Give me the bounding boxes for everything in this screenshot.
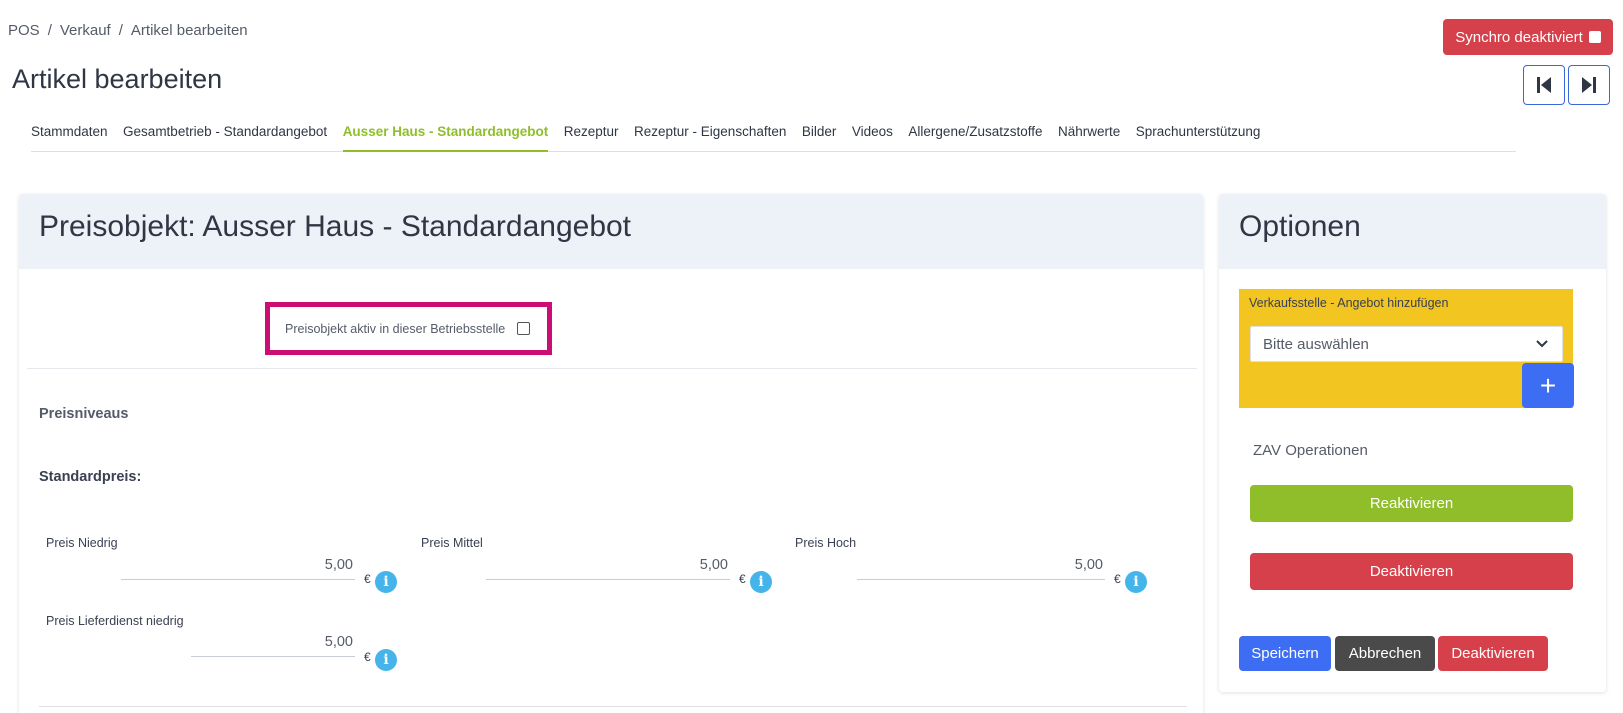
info-icon[interactable]: i (750, 571, 772, 593)
currency-symbol: € (364, 650, 371, 664)
preis-hoch-input[interactable]: 5,00 (857, 550, 1105, 580)
tab-naehrwerte[interactable]: Nährwerte (1058, 118, 1120, 152)
synchro-toggle-button[interactable]: Synchro deaktiviert (1443, 19, 1613, 55)
skip-start-icon (1537, 77, 1551, 93)
breadcrumb-item-verkauf[interactable]: Verkauf (60, 22, 111, 39)
deactivate-button[interactable]: Deaktivieren (1438, 636, 1548, 671)
tab-sprachunterstuetzung[interactable]: Sprachunterstützung (1136, 118, 1261, 152)
page-title: Artikel bearbeiten (12, 64, 223, 94)
tab-allergene-zusatzstoffe[interactable]: Allergene/Zusatzstoffe (908, 118, 1042, 152)
tab-rezeptur[interactable]: Rezeptur (564, 118, 619, 152)
currency-symbol: € (739, 572, 746, 586)
breadcrumb: POS / Verkauf / Artikel bearbeiten (8, 22, 248, 39)
zav-operations-label: ZAV Operationen (1253, 442, 1368, 459)
price-object-active-box: Preisobjekt aktiv in dieser Betriebsstel… (265, 302, 552, 355)
checkbox-icon (1588, 31, 1601, 43)
preis-mittel-label: Preis Mittel (421, 536, 483, 550)
info-icon[interactable]: i (1125, 571, 1147, 593)
tab-gesamtbetrieb-standardangebot[interactable]: Gesamtbetrieb - Standardangebot (123, 118, 327, 152)
verkaufsstelle-box: Verkaufsstelle - Angebot hinzufügen Bitt… (1239, 289, 1574, 408)
info-icon[interactable]: i (375, 571, 397, 593)
preis-lieferdienst-niedrig-input[interactable]: 5,00 (191, 627, 355, 657)
info-icon[interactable]: i (375, 649, 397, 671)
tab-bilder[interactable]: Bilder (802, 118, 837, 152)
price-object-active-checkbox[interactable] (517, 322, 530, 335)
tab-ausser-haus-standardangebot[interactable]: Ausser Haus - Standardangebot (342, 118, 549, 152)
preis-hoch-label: Preis Hoch (795, 536, 857, 550)
options-title: Optionen (1239, 210, 1361, 243)
synchro-button-label: Synchro deaktiviert (1455, 28, 1583, 46)
verkaufsstelle-select-value: Bitte auswählen (1263, 336, 1369, 353)
preis-niedrig-label: Preis Niedrig (46, 536, 118, 550)
price-object-card-header: Preisobjekt: Ausser Haus - Standardangeb… (19, 194, 1203, 269)
price-object-active-label: Preisobjekt aktiv in dieser Betriebsstel… (285, 321, 506, 336)
tab-videos[interactable]: Videos (852, 118, 893, 152)
chevron-down-icon (1536, 340, 1548, 348)
cancel-button[interactable]: Abbrechen (1335, 636, 1435, 671)
tab-rezeptur-eigenschaften[interactable]: Rezeptur - Eigenschaften (634, 118, 786, 152)
reactivate-button[interactable]: Reaktivieren (1250, 485, 1573, 522)
currency-symbol: € (1114, 572, 1121, 586)
deactivate-zav-button[interactable]: Deaktivieren (1250, 553, 1573, 590)
verkaufsstelle-select[interactable]: Bitte auswählen (1250, 326, 1563, 362)
standardpreis-heading: Standardpreis: (39, 469, 142, 485)
tab-bar: Stammdaten Gesamtbetrieb - Standardangeb… (31, 118, 1516, 152)
previous-article-button[interactable] (1523, 65, 1565, 105)
preisniveaus-heading: Preisniveaus (39, 406, 129, 422)
tab-stammdaten[interactable]: Stammdaten (31, 118, 108, 152)
save-button[interactable]: Speichern (1239, 636, 1331, 671)
skip-end-icon (1582, 77, 1596, 93)
breadcrumb-item-current: Artikel bearbeiten (130, 22, 248, 39)
verkaufsstelle-label: Verkaufsstelle - Angebot hinzufügen (1249, 296, 1449, 310)
add-verkaufsstelle-button[interactable]: + (1522, 363, 1574, 408)
preis-lieferdienst-niedrig-label: Preis Lieferdienst niedrig (46, 614, 184, 628)
divider (27, 368, 1197, 369)
preis-niedrig-input[interactable]: 5,00 (121, 550, 355, 580)
price-object-title: Preisobjekt: Ausser Haus - Standardangeb… (39, 210, 632, 243)
divider (39, 706, 1187, 707)
preis-mittel-input[interactable]: 5,00 (486, 550, 730, 580)
next-article-button[interactable] (1568, 65, 1610, 105)
plus-icon: + (1539, 369, 1557, 401)
currency-symbol: € (364, 572, 371, 586)
breadcrumb-item-pos[interactable]: POS (8, 22, 40, 39)
options-card-header: Optionen (1219, 194, 1606, 269)
